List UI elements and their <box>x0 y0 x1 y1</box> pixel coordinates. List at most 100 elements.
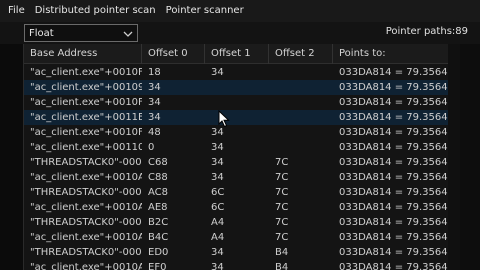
offset-1-cell: 34 <box>211 142 224 153</box>
pointer-results-table[interactable]: Base Address Offset 0 Offset 1 Offset 2 … <box>24 44 448 270</box>
points-to-cell: 033DA814 = 79.35643005 <box>339 67 448 78</box>
offset-1-cell: 34 <box>211 127 224 138</box>
offset-0-cell: B2C <box>148 217 169 228</box>
table-row[interactable]: "ac_client.exe"+001100F8 0 34 033DA814 = 79… <box>24 140 448 155</box>
offset-2-cell <box>269 65 333 80</box>
chevron-down-icon <box>123 31 133 37</box>
offset-2-cell: 7C <box>275 157 289 168</box>
points-to-cell: 033DA814 = 79.35643005 <box>339 187 448 198</box>
base-address-cell: "ac_client.exe"+0010A280 <box>30 232 142 243</box>
offset-0-cell: 18 <box>148 67 161 78</box>
offset-2-cell: B4 <box>275 247 289 258</box>
base-address-cell: "THREADSTACK0"-00000... <box>30 247 142 258</box>
offset-1-cell: A4 <box>211 217 225 228</box>
offset-2-cell <box>269 95 333 110</box>
points-to-cell: 033DA814 = 79.35643005 <box>339 232 448 243</box>
points-to-cell: 033DA814 = 79.35643005 <box>339 157 448 168</box>
toolbar: Float Pointer paths:89 <box>0 22 480 44</box>
column-header-base-address[interactable]: Base Address <box>24 44 142 64</box>
points-to-cell: 033DA814 = 79.35643005 <box>339 202 448 213</box>
table-row[interactable]: "ac_client.exe"+0010A280 EF0 34 B4 033DA814 … <box>24 260 448 270</box>
offset-2-cell: 7C <box>275 217 289 228</box>
offset-2-cell: 7C <box>275 232 289 243</box>
menu-file[interactable]: File <box>3 2 30 20</box>
menu-bar: File Distributed pointer scan Pointer sc… <box>0 0 480 22</box>
vertical-scrollbar[interactable] <box>448 44 460 270</box>
offset-1-cell: 34 <box>211 172 224 183</box>
base-address-cell: "ac_client.exe"+0010F418 <box>30 67 142 78</box>
menu-distributed-pointer-scan[interactable]: Distributed pointer scan <box>30 2 161 20</box>
table-row[interactable]: "ac_client.exe"+0010F418 48 34 033DA814 = 7… <box>24 125 448 140</box>
value-type-select[interactable]: Float <box>24 24 138 42</box>
base-address-cell: "ac_client.exe"+00109B74 <box>30 82 142 93</box>
base-address-cell: "ac_client.exe"+0010A280 <box>30 172 142 183</box>
base-address-cell: "THREADSTACK0"-00000... <box>30 187 142 198</box>
base-address-cell: "THREADSTACK0"-00000... <box>30 157 142 168</box>
points-to-cell: 033DA814 = 79.35643005 <box>339 82 448 93</box>
column-header-offset-1[interactable]: Offset 1 <box>205 44 269 64</box>
points-to-cell: 033DA814 = 79.35643005 <box>339 172 448 183</box>
table-row[interactable]: "ac_client.exe"+0010A280 B4C A4 7C 033DA814 … <box>24 230 448 245</box>
offset-0-cell: 34 <box>148 82 161 93</box>
mouse-cursor-icon <box>218 110 230 128</box>
table-row[interactable]: "THREADSTACK0"-00000... AC8 6C 7C 033DA814 =… <box>24 185 448 200</box>
offset-1-cell <box>205 95 269 110</box>
offset-2-cell: 7C <box>275 202 289 213</box>
offset-0-cell: AE8 <box>148 202 168 213</box>
table-row[interactable]: "ac_client.exe"+0011E20C 34 033DA814 = 79.… <box>24 110 448 125</box>
base-address-cell: "ac_client.exe"+0010A280 <box>30 262 142 270</box>
table-header: Base Address Offset 0 Offset 1 Offset 2 … <box>24 44 448 64</box>
base-address-cell: "THREADSTACK0"-00000... <box>30 217 142 228</box>
offset-1-cell: 6C <box>211 202 225 213</box>
column-header-offset-0[interactable]: Offset 0 <box>142 44 205 64</box>
value-type-value: Float <box>29 27 54 39</box>
points-to-cell: 033DA814 = 79.35643005 <box>339 142 448 153</box>
offset-2-cell <box>269 125 333 140</box>
left-panel-edge <box>0 44 24 270</box>
offset-1-cell: 34 <box>211 262 224 270</box>
offset-0-cell: ED0 <box>148 247 169 258</box>
table-row[interactable]: "ac_client.exe"+0010A280 C88 34 7C 033DA814 … <box>24 170 448 185</box>
points-to-cell: 033DA814 = 79.35643005 <box>339 97 448 108</box>
offset-0-cell: AC8 <box>148 187 169 198</box>
table-row[interactable]: "THREADSTACK0"-00000... C68 34 7C 033DA814 =… <box>24 155 448 170</box>
table-row[interactable]: "THREADSTACK0"-00000... ED0 34 B4 033DA814 =… <box>24 245 448 260</box>
points-to-cell: 033DA814 = 79.35643005 <box>339 127 448 138</box>
table-row[interactable]: "ac_client.exe"+00109B74 34 033DA814 = 79.… <box>24 80 448 95</box>
offset-2-cell: 7C <box>275 172 289 183</box>
pointer-paths-count: Pointer paths:89 <box>385 26 468 37</box>
base-address-cell: "ac_client.exe"+001100F8 <box>30 142 142 153</box>
offset-0-cell: 34 <box>148 97 161 108</box>
offset-1-cell: A4 <box>211 232 225 243</box>
offset-0-cell: 48 <box>148 127 161 138</box>
offset-1-cell: 34 <box>211 67 224 78</box>
offset-0-cell: C88 <box>148 172 168 183</box>
offset-0-cell: EF0 <box>148 262 167 270</box>
menu-pointer-scanner[interactable]: Pointer scanner <box>161 2 249 20</box>
offset-2-cell: 7C <box>275 187 289 198</box>
offset-1-cell: 34 <box>211 157 224 168</box>
offset-0-cell: B4C <box>148 232 169 243</box>
offset-1-cell: 34 <box>211 247 224 258</box>
column-header-points-to[interactable]: Points to: <box>333 44 448 64</box>
table-row[interactable]: "THREADSTACK0"-00000... B2C A4 7C 033DA814 =… <box>24 215 448 230</box>
offset-1-cell <box>205 80 269 95</box>
table-row[interactable]: "ac_client.exe"+0010A280 AE8 6C 7C 033DA814 … <box>24 200 448 215</box>
points-to-cell: 033DA814 = 79.35643005 <box>339 247 448 258</box>
points-to-cell: 033DA814 = 79.35643005 <box>339 112 448 123</box>
table-row[interactable]: "ac_client.exe"+0010F418 18 34 033DA814 = 7… <box>24 65 448 80</box>
offset-0-cell: 34 <box>148 112 161 123</box>
base-address-cell: "ac_client.exe"+0010F4F4 <box>30 97 142 108</box>
offset-1-cell <box>205 110 269 125</box>
column-header-offset-2[interactable]: Offset 2 <box>269 44 333 64</box>
points-to-cell: 033DA814 = 79.35643005 <box>339 262 448 270</box>
table-row[interactable]: "ac_client.exe"+0010F4F4 34 033DA814 = 79.… <box>24 95 448 110</box>
offset-0-cell: C68 <box>148 157 168 168</box>
points-to-cell: 033DA814 = 79.35643005 <box>339 217 448 228</box>
offset-2-cell: B4 <box>275 262 289 270</box>
offset-2-cell <box>269 140 333 155</box>
right-panel-edge <box>460 44 480 270</box>
offset-1-cell: 6C <box>211 187 225 198</box>
offset-2-cell <box>269 110 333 125</box>
offset-0-cell: 0 <box>148 142 155 153</box>
